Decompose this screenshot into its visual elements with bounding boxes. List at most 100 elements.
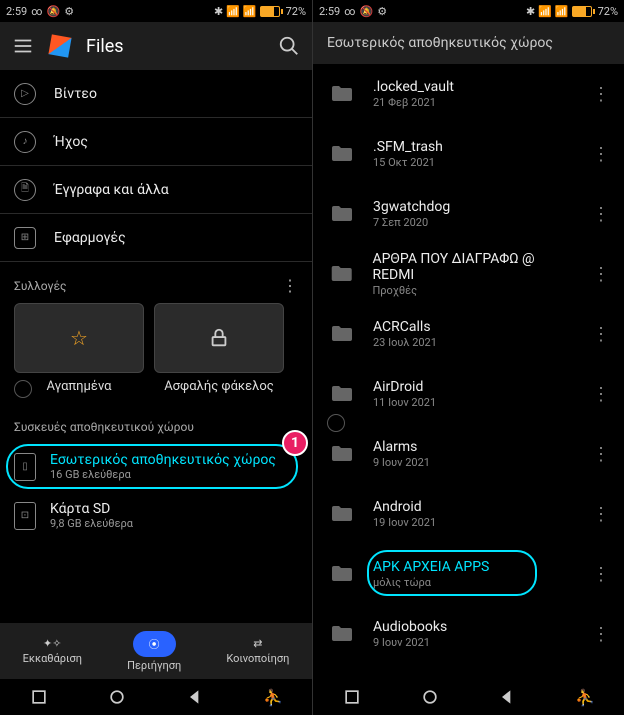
title-bar: Εσωτερικός αποθηκευτικός χώρος [313, 22, 624, 64]
folder-date: 9 Ιουν 2021 [373, 636, 447, 649]
category-label: Εφαρμογές [54, 230, 126, 246]
back-button[interactable] [497, 687, 517, 707]
folder-row[interactable]: 3gwatchdog 7 Σεπ 2020 ⋮ [313, 184, 624, 244]
more-icon[interactable]: ⋮ [592, 324, 610, 345]
folder-name: AirDroid [373, 379, 436, 395]
status-bar: 2:59 ∞🔕⚙ ✱📶📶 72% [313, 0, 624, 22]
folder-icon [327, 442, 357, 466]
collections-header: Συλλογές [14, 279, 67, 293]
status-battery: 72% [286, 5, 306, 18]
folder-date: 11 Ιουν 2021 [373, 396, 436, 409]
menu-icon[interactable] [12, 35, 34, 57]
folder-row[interactable]: AirDroid 11 Ιουν 2021 ⋮ [313, 364, 624, 424]
lock-icon [208, 327, 230, 349]
category-icon: ⊞ [14, 227, 36, 249]
folder-date: 15 Οκτ 2021 [373, 156, 443, 169]
folder-search-icon: ⦿ [149, 636, 160, 652]
search-icon[interactable] [278, 35, 300, 57]
more-icon[interactable]: ⋮ [592, 504, 610, 525]
star-icon: ☆ [70, 326, 88, 350]
annotation-badge: 1 [282, 430, 308, 456]
internal-storage-item[interactable]: 1 ▯ Εσωτερικός αποθηκευτικός χώρος 16 GB… [0, 442, 312, 491]
favorites-tile[interactable]: ☆ [14, 303, 144, 373]
home-button[interactable] [420, 687, 440, 707]
back-button[interactable] [185, 687, 205, 707]
folder-row[interactable]: .SFM_trash 15 Οκτ 2021 ⋮ [313, 124, 624, 184]
accessibility-button[interactable]: ⛹ [263, 687, 283, 707]
folder-name: Alarms [373, 439, 430, 455]
app-bar: Files [0, 22, 312, 70]
category-row[interactable]: ▷ Βίντεο [0, 70, 312, 118]
home-button[interactable] [107, 687, 127, 707]
storage-devices-header: Συσκευές αποθηκευτικού χώρου [14, 420, 194, 434]
category-label: Έγγραφα και άλλα [54, 182, 169, 198]
swap-icon: ⇄ [253, 637, 262, 650]
nav-clean[interactable]: ✦✧ Εκκαθάριση [23, 637, 82, 665]
folder-name: ACRCalls [373, 319, 437, 335]
category-row[interactable]: 🗎 Έγγραφα και άλλα [0, 166, 312, 214]
folder-date: 9 Ιουν 2021 [373, 456, 430, 469]
progress-circle-icon [14, 380, 32, 398]
nav-browse[interactable]: ⦿ Περιήγηση [127, 631, 181, 672]
folder-row[interactable]: ΑΡΘΡΑ ΠΟΥ ΔΙΑΓΡΑΦΩ @ REDMI Προχθές ⋮ [313, 244, 624, 304]
app-logo-icon [48, 34, 71, 57]
screen-right: 2:59 ∞🔕⚙ ✱📶📶 72% Εσωτερικός αποθηκευτικό… [312, 0, 624, 715]
phone-icon: ▯ [14, 453, 36, 481]
more-icon[interactable]: ⋮ [592, 204, 610, 225]
folder-icon [327, 622, 357, 646]
folder-icon [327, 82, 357, 106]
category-row[interactable]: ♪ Ήχος [0, 118, 312, 166]
folder-icon [327, 382, 357, 406]
page-title: Εσωτερικός αποθηκευτικός χώρος [327, 35, 553, 51]
folder-name: ΑΡΘΡΑ ΠΟΥ ΔΙΑΓΡΑΦΩ @ REDMI [372, 251, 576, 283]
accessibility-button[interactable]: ⛹ [575, 687, 595, 707]
more-icon[interactable]: ⋮ [592, 624, 610, 645]
more-icon[interactable]: ⋮ [592, 144, 610, 165]
status-time: 2:59 [6, 5, 27, 18]
recent-button[interactable] [29, 687, 49, 707]
more-icon[interactable]: ⋮ [592, 264, 610, 285]
folder-date: 19 Ιουν 2021 [373, 516, 436, 529]
system-nav: ⛹ [0, 679, 312, 715]
folder-row[interactable]: .locked_vault 21 Φεβ 2021 ⋮ [313, 64, 624, 124]
folder-icon [327, 262, 356, 286]
more-icon[interactable]: ⋮ [592, 564, 610, 585]
folder-row[interactable]: Audiobooks 9 Ιουν 2021 ⋮ [313, 604, 624, 664]
more-icon[interactable]: ⋮ [592, 384, 610, 405]
system-nav: ⛹ [313, 679, 624, 715]
folder-row[interactable]: APK ΑΡΧΕΙΑ APPS μόλις τώρα ⋮ [313, 544, 624, 604]
status-battery: 72% [598, 5, 618, 18]
nav-share[interactable]: ⇄ Κοινοποίηση [226, 637, 289, 665]
sparkle-icon: ✦✧ [43, 637, 61, 650]
category-icon: ▷ [14, 83, 36, 105]
folder-name: .locked_vault [373, 79, 454, 95]
folder-name: 3gwatchdog [373, 199, 450, 215]
folder-name: .SFM_trash [373, 139, 443, 155]
sd-card-item[interactable]: ⊡ Κάρτα SD 9,8 GB ελεύθερα [0, 491, 312, 540]
folder-date: μόλις τώρα [373, 576, 489, 589]
status-time: 2:59 [319, 5, 340, 18]
folder-name: APK ΑΡΧΕΙΑ APPS [373, 559, 489, 575]
folder-name: Android [373, 499, 436, 515]
sd-card-title: Κάρτα SD [50, 501, 133, 517]
folder-list[interactable]: .locked_vault 21 Φεβ 2021 ⋮ .SFM_trash 1… [313, 64, 624, 679]
recent-button[interactable] [342, 687, 362, 707]
favorites-label: Αγαπημένα [46, 379, 111, 394]
screen-left: 2:59 ∞🔕⚙ ✱📶📶 72% Files ▷ Βίντεο♪ Ήχος🗎 Έ… [0, 0, 312, 715]
app-title: Files [86, 36, 124, 57]
sd-card-sub: 9,8 GB ελεύθερα [50, 517, 133, 530]
more-icon[interactable]: ⋮ [282, 276, 298, 295]
folder-row[interactable]: ACRCalls 23 Ιουλ 2021 ⋮ [313, 304, 624, 364]
folder-row[interactable]: Alarms 9 Ιουν 2021 ⋮ [313, 424, 624, 484]
folder-icon [327, 322, 357, 346]
folder-icon [327, 142, 357, 166]
safe-folder-tile[interactable] [154, 303, 284, 373]
category-row[interactable]: ⊞ Εφαρμογές [0, 214, 312, 262]
folder-row[interactable]: Android 19 Ιουν 2021 ⋮ [313, 484, 624, 544]
more-icon[interactable]: ⋮ [592, 84, 610, 105]
bottom-nav: ✦✧ Εκκαθάριση ⦿ Περιήγηση ⇄ Κοινοποίηση [0, 623, 312, 679]
folder-date: Προχθές [372, 284, 576, 297]
more-icon[interactable]: ⋮ [592, 444, 610, 465]
sd-card-icon: ⊡ [14, 502, 36, 530]
main-content: ▷ Βίντεο♪ Ήχος🗎 Έγγραφα και άλλα⊞ Εφαρμο… [0, 70, 312, 623]
